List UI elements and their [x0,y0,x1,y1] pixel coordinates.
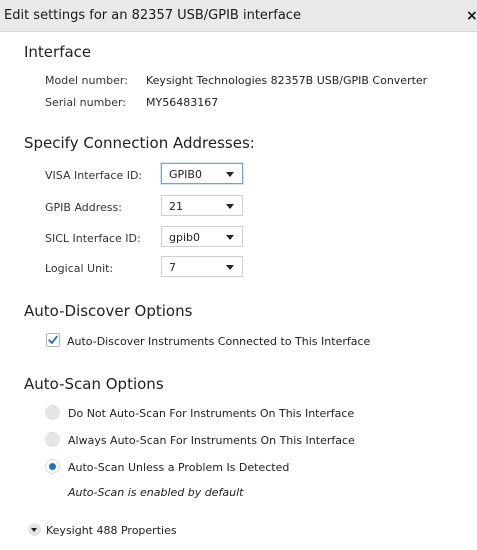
chevron-down-icon [226,235,234,240]
radio-do-not-auto-scan-label[interactable]: Do Not Auto-Scan For Instruments On This… [68,407,354,420]
visa-interface-id-select[interactable]: GPIB0 [161,163,243,184]
radio-always-auto-scan-label[interactable]: Always Auto-Scan For Instruments On This… [68,434,355,447]
logical-unit-label: Logical Unit: [45,262,114,275]
interface-heading: Interface [24,43,92,61]
properties-expander-label[interactable]: Keysight 488 Properties [46,524,177,537]
serial-number-value: MY56483167 [146,96,219,109]
auto-scan-heading: Auto-Scan Options [24,375,164,393]
auto-scan-default-note: Auto-Scan is enabled by default [68,486,244,499]
logical-unit-select[interactable]: 7 [161,256,243,277]
logical-unit-value: 7 [169,261,176,274]
auto-discover-label[interactable]: Auto-Discover Instruments Connected to T… [67,335,370,348]
radio-auto-scan-unless-problem[interactable] [45,459,60,474]
checkmark-icon [48,335,58,344]
radio-auto-scan-unless-problem-label[interactable]: Auto-Scan Unless a Problem Is Detected [68,461,289,474]
dialog-title: Edit settings for an 82357 USB/GPIB inte… [4,8,301,23]
properties-expander-toggle[interactable] [28,523,41,536]
chevron-down-icon [226,204,234,209]
connection-heading: Specify Connection Addresses: [24,134,255,152]
model-number-value: Keysight Technologies 82357B USB/GPIB Co… [146,74,428,87]
dialog-titlebar: Edit settings for an 82357 USB/GPIB inte… [0,0,477,32]
sicl-interface-id-label: SICL Interface ID: [45,232,141,245]
visa-interface-id-value: GPIB0 [169,168,202,181]
chevron-down-icon [31,528,37,532]
radio-always-auto-scan[interactable] [45,432,60,447]
close-icon[interactable]: × [466,8,477,24]
gpib-address-value: 21 [169,200,183,213]
auto-discover-checkbox[interactable] [46,333,60,347]
model-number-label: Model number: [45,74,128,87]
chevron-down-icon [226,172,234,177]
radio-do-not-auto-scan[interactable] [45,405,60,420]
chevron-down-icon [226,265,234,270]
sicl-interface-id-select[interactable]: gpib0 [161,226,243,247]
gpib-address-select[interactable]: 21 [161,195,243,216]
serial-number-label: Serial number: [45,96,127,109]
auto-discover-heading: Auto-Discover Options [24,302,193,320]
sicl-interface-id-value: gpib0 [169,231,201,244]
gpib-address-label: GPIB Address: [45,201,122,214]
radio-selected-dot [49,463,56,470]
visa-interface-id-label: VISA Interface ID: [45,169,143,182]
